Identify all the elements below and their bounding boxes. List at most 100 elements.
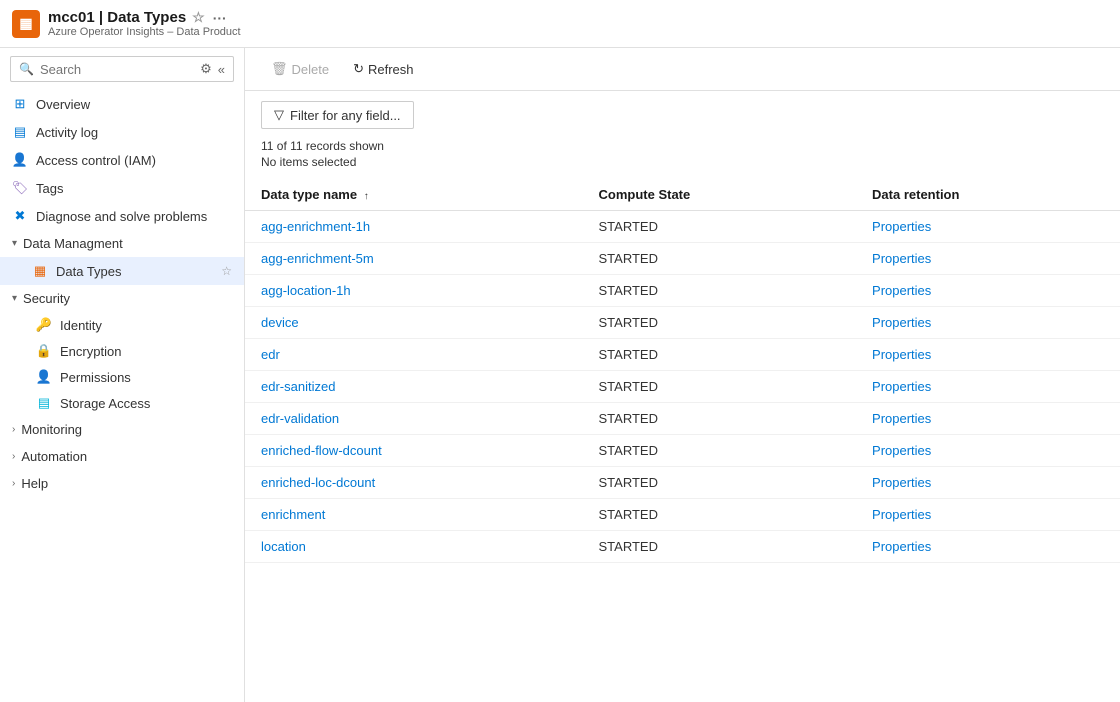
compute-state: STARTED <box>583 371 857 403</box>
compute-state: STARTED <box>583 339 857 371</box>
table-row: deviceSTARTEDProperties <box>245 307 1120 339</box>
collapse-icon[interactable]: « <box>218 62 225 77</box>
sidebar-item-permissions[interactable]: 👤 Permissions <box>0 364 244 390</box>
sidebar-item-activity-log[interactable]: ▤ Activity log <box>0 118 244 146</box>
table-row: enriched-flow-dcountSTARTEDProperties <box>245 435 1120 467</box>
activity-log-icon: ▤ <box>12 124 28 140</box>
data-retention[interactable]: Properties <box>856 467 1120 499</box>
data-type-name[interactable]: agg-enrichment-5m <box>245 243 583 275</box>
data-retention[interactable]: Properties <box>856 211 1120 243</box>
page-subtitle: Azure Operator Insights – Data Product <box>48 26 241 38</box>
sidebar-item-access-control[interactable]: 👤 Access control (IAM) <box>0 146 244 174</box>
table-row: enrichmentSTARTEDProperties <box>245 499 1120 531</box>
title-text: mcc01 | Data Types <box>48 9 186 26</box>
favorite-star[interactable]: ☆ <box>192 9 205 26</box>
data-retention[interactable]: Properties <box>856 307 1120 339</box>
table-header-row: Data type name ↑ Compute State Data rete… <box>245 179 1120 211</box>
data-type-name[interactable]: enriched-flow-dcount <box>245 435 583 467</box>
compute-state: STARTED <box>583 307 857 339</box>
sidebar-item-tags[interactable]: 🏷 Tags <box>0 174 244 202</box>
nav-group-label: Data Managment <box>23 236 123 251</box>
col-header-name[interactable]: Data type name ↑ <box>245 179 583 211</box>
data-retention[interactable]: Properties <box>856 275 1120 307</box>
data-type-name[interactable]: location <box>245 531 583 563</box>
search-box[interactable]: 🔍 ⚙ « <box>10 56 234 82</box>
diagnose-icon: ✖ <box>12 208 28 224</box>
filter-button[interactable]: ▽ Filter for any field... <box>261 101 414 129</box>
data-type-name[interactable]: enriched-loc-dcount <box>245 467 583 499</box>
table-row: locationSTARTEDProperties <box>245 531 1120 563</box>
data-type-name[interactable]: edr-sanitized <box>245 371 583 403</box>
data-table: Data type name ↑ Compute State Data rete… <box>245 179 1120 563</box>
sidebar-item-label: Storage Access <box>60 396 150 411</box>
nav-group-data-management[interactable]: ▾ Data Managment <box>0 230 244 257</box>
data-retention[interactable]: Properties <box>856 403 1120 435</box>
delete-label: Delete <box>292 62 330 77</box>
toolbar: 🗑 Delete ↻ Refresh <box>245 48 1120 91</box>
chevron-right-icon: › <box>12 478 15 489</box>
sidebar: 🔍 ⚙ « ⊞ Overview ▤ Activity log 👤 Access… <box>0 48 245 702</box>
search-input[interactable] <box>40 62 194 77</box>
nav-group-help[interactable]: › Help <box>0 470 244 497</box>
sidebar-item-label: Overview <box>36 97 232 112</box>
data-retention[interactable]: Properties <box>856 371 1120 403</box>
nav-group-security[interactable]: ▾ Security <box>0 285 244 312</box>
table-row: agg-enrichment-5mSTARTEDProperties <box>245 243 1120 275</box>
data-type-name[interactable]: edr-validation <box>245 403 583 435</box>
sidebar-item-encryption[interactable]: 🔒 Encryption <box>0 338 244 364</box>
compute-state: STARTED <box>583 467 857 499</box>
access-control-icon: 👤 <box>12 152 28 168</box>
storage-access-icon: ▤ <box>36 395 52 411</box>
filter-label: Filter for any field... <box>290 108 401 123</box>
data-retention[interactable]: Properties <box>856 499 1120 531</box>
compute-state: STARTED <box>583 531 857 563</box>
records-shown: 11 of 11 records shown <box>261 139 1104 153</box>
data-type-name[interactable]: edr <box>245 339 583 371</box>
overview-icon: ⊞ <box>12 96 28 112</box>
sidebar-item-identity[interactable]: 🔑 Identity <box>0 312 244 338</box>
compute-state: STARTED <box>583 435 857 467</box>
refresh-button[interactable]: ↻ Refresh <box>343 56 423 82</box>
permissions-icon: 👤 <box>36 369 52 385</box>
table-row: edrSTARTEDProperties <box>245 339 1120 371</box>
sort-arrow-icon: ↑ <box>364 191 369 202</box>
table-row: edr-sanitizedSTARTEDProperties <box>245 371 1120 403</box>
filter-bar: ▽ Filter for any field... <box>245 91 1120 133</box>
sidebar-item-label: Data Types <box>56 264 213 279</box>
data-retention[interactable]: Properties <box>856 531 1120 563</box>
table-row: edr-validationSTARTEDProperties <box>245 403 1120 435</box>
data-type-name[interactable]: agg-location-1h <box>245 275 583 307</box>
data-type-name[interactable]: agg-enrichment-1h <box>245 211 583 243</box>
col-header-state[interactable]: Compute State <box>583 179 857 211</box>
data-retention[interactable]: Properties <box>856 243 1120 275</box>
filter-icon: ▽ <box>274 107 284 123</box>
data-type-name[interactable]: enrichment <box>245 499 583 531</box>
sidebar-item-label: Identity <box>60 318 102 333</box>
col-header-retention[interactable]: Data retention <box>856 179 1120 211</box>
data-retention[interactable]: Properties <box>856 339 1120 371</box>
settings-icon[interactable]: ⚙ <box>200 61 212 77</box>
sidebar-item-data-types[interactable]: ▦ Data Types ☆ <box>0 257 244 285</box>
app-icon: ▦ <box>12 10 40 38</box>
data-retention[interactable]: Properties <box>856 435 1120 467</box>
more-options[interactable]: ··· <box>213 10 227 26</box>
table-row: enriched-loc-dcountSTARTEDProperties <box>245 467 1120 499</box>
delete-button[interactable]: 🗑 Delete <box>261 56 339 82</box>
sidebar-item-overview[interactable]: ⊞ Overview <box>0 90 244 118</box>
data-type-name[interactable]: device <box>245 307 583 339</box>
search-icon: 🔍 <box>19 62 34 76</box>
compute-state: STARTED <box>583 275 857 307</box>
page-title: mcc01 | Data Types ☆ ··· <box>48 9 241 26</box>
compute-state: STARTED <box>583 403 857 435</box>
sidebar-item-label: Activity log <box>36 125 232 140</box>
identity-icon: 🔑 <box>36 317 52 333</box>
tags-icon: 🏷 <box>12 180 28 196</box>
compute-state: STARTED <box>583 211 857 243</box>
item-star-icon[interactable]: ☆ <box>221 264 232 278</box>
nav-group-automation[interactable]: › Automation <box>0 443 244 470</box>
sidebar-item-diagnose[interactable]: ✖ Diagnose and solve problems <box>0 202 244 230</box>
chevron-down-icon: ▾ <box>12 293 17 304</box>
sidebar-item-label: Encryption <box>60 344 121 359</box>
nav-group-monitoring[interactable]: › Monitoring <box>0 416 244 443</box>
sidebar-item-storage-access[interactable]: ▤ Storage Access <box>0 390 244 416</box>
